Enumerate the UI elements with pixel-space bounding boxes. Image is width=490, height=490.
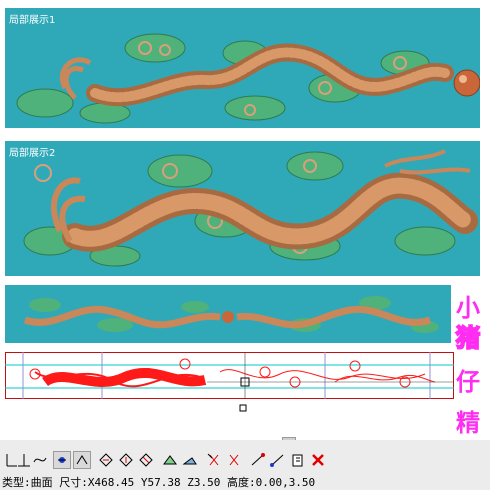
diamond-node-icon[interactable] (118, 452, 134, 468)
watermark-char-4: 精 (456, 409, 480, 437)
status-size: 尺寸:X468.45 Y57.38 Z3.50 (59, 476, 221, 489)
vector-icon[interactable] (270, 452, 286, 468)
relief-preview-panel-3 (5, 285, 451, 343)
dragon-relief-image-1 (16, 33, 480, 124)
vector-drawing-canvas[interactable] (5, 352, 455, 418)
watermark-char-3: 仔 (456, 368, 480, 396)
status-height: 高度:0.00,3.50 (226, 476, 316, 489)
panel-2-label: 局部展示2 (9, 148, 56, 159)
watermark-char-2: 猪 (455, 323, 481, 353)
vector-icon[interactable] (250, 452, 266, 468)
dragon-relief-image-3 (23, 296, 439, 333)
dragon-relief-image-2 (23, 149, 478, 267)
drawing-toolbar (0, 440, 490, 473)
curve-tool-icon[interactable] (32, 452, 48, 468)
select-curve-icon[interactable] (73, 451, 91, 469)
cursor-x-icon[interactable] (226, 452, 242, 468)
delete-icon[interactable] (310, 452, 326, 468)
status-type: 类型:曲面 (2, 476, 53, 489)
line-tool-icon[interactable] (16, 452, 32, 468)
status-bar: 类型:曲面 尺寸:X468.45 Y57.38 Z3.50 高度:0.00,3.… (0, 473, 490, 490)
select-point-icon[interactable] (53, 451, 71, 469)
relief-preview-panel-2: 局部展示2 (5, 141, 480, 276)
status-info: 类型:曲面 尺寸:X468.45 Y57.38 Z3.50 高度:0.00,3.… (2, 474, 315, 490)
diamond-node-icon[interactable] (98, 452, 114, 468)
paste-icon[interactable] (290, 452, 306, 468)
plane-icon[interactable] (162, 452, 178, 468)
dragon-vector-outline (5, 352, 455, 412)
panel-1-label: 局部展示1 (9, 15, 56, 26)
cursor-x-icon[interactable] (206, 452, 222, 468)
plane-icon[interactable] (182, 452, 198, 468)
relief-preview-panel-1: 局部展示1 (5, 8, 480, 128)
resize-handle-icon (239, 404, 247, 412)
diamond-node-icon[interactable] (138, 452, 154, 468)
